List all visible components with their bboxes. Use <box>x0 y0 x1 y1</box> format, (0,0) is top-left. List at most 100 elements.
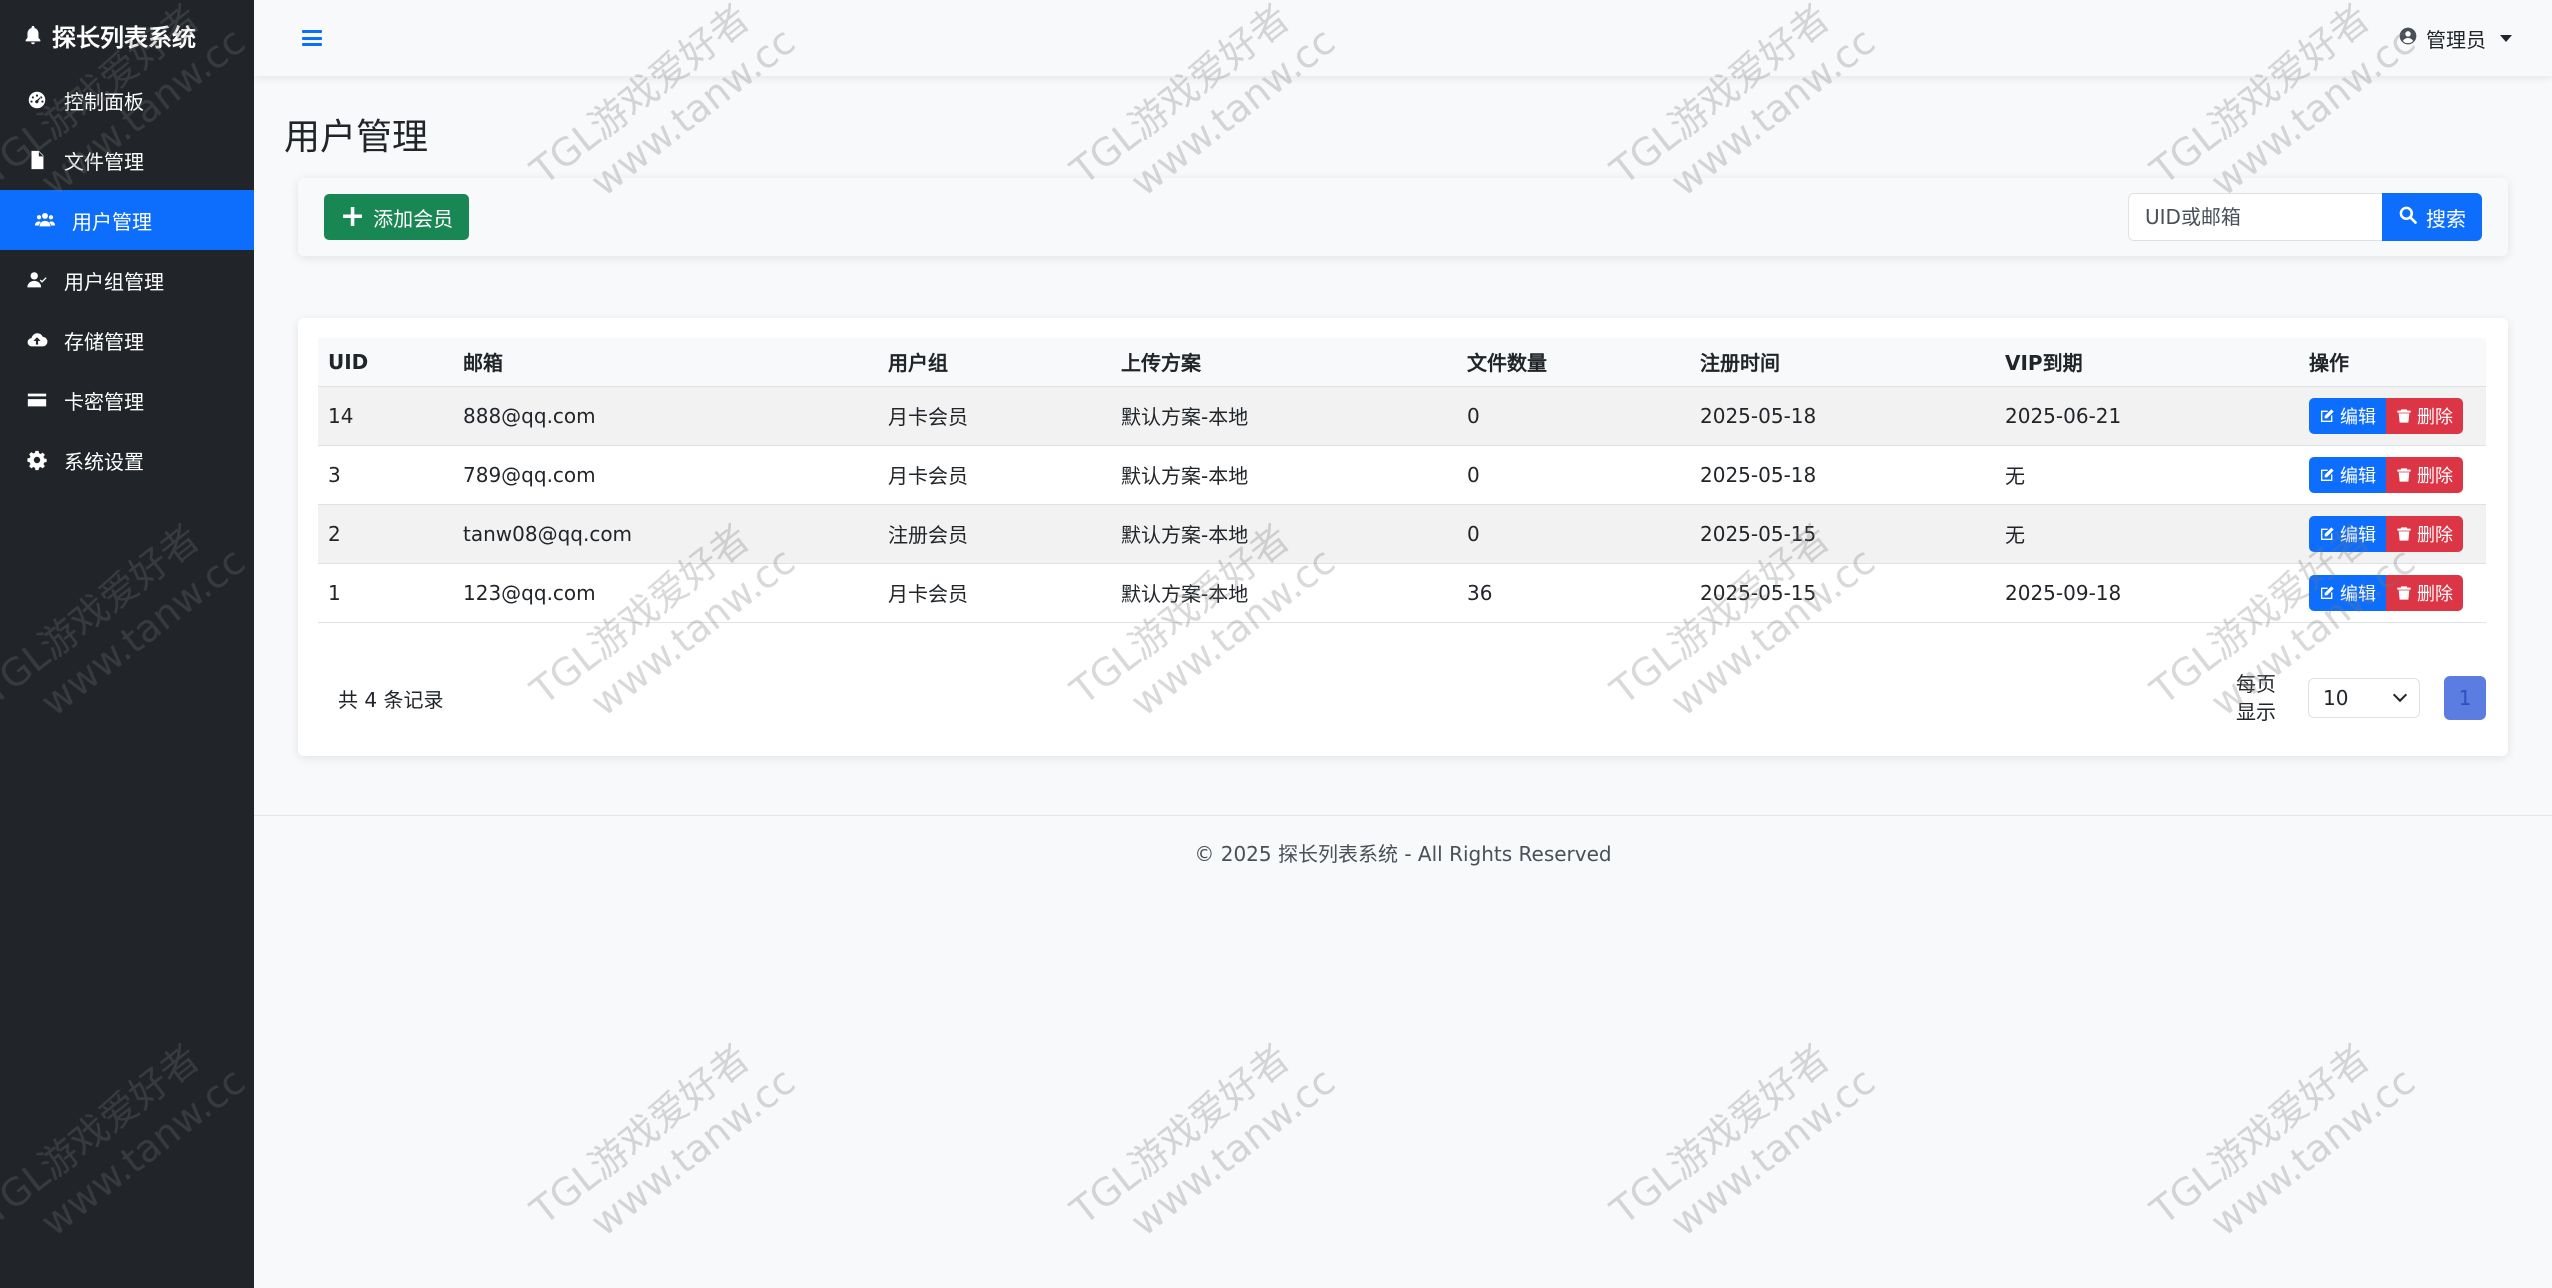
cell-registered: 2025-05-15 <box>1690 504 1995 564</box>
search-input[interactable] <box>2128 193 2382 241</box>
footer-divider <box>254 815 2552 816</box>
cell-files: 0 <box>1457 445 1690 505</box>
table-row: 1 123@qq.com 月卡会员 默认方案-本地 36 2025-05-15 … <box>318 563 2486 623</box>
watermark: TGL游戏爱好者 www.tanw.cc <box>522 1036 803 1245</box>
cell-email: tanw08@qq.com <box>453 504 878 564</box>
cell-registered: 2025-05-15 <box>1690 563 1995 623</box>
edit-button[interactable]: 编辑 <box>2309 574 2386 611</box>
gear-icon <box>26 449 48 471</box>
plus-icon: + <box>340 199 366 234</box>
cell-uid: 2 <box>318 504 453 564</box>
sidebar-item-users[interactable]: 用户管理 <box>0 190 254 250</box>
cell-plan: 默认方案-本地 <box>1111 386 1457 446</box>
cell-email: 888@qq.com <box>453 386 878 446</box>
delete-label: 删除 <box>2417 583 2453 605</box>
file-icon <box>26 149 48 171</box>
delete-label: 删除 <box>2417 465 2453 487</box>
search-button[interactable]: 搜索 <box>2382 193 2482 241</box>
admin-label: 管理员 <box>2426 27 2486 52</box>
caret-down-icon <box>2500 34 2512 42</box>
column-header: 注册时间 <box>1690 338 1995 387</box>
cell-actions: 编辑 删除 <box>2299 563 2486 623</box>
per-page-label: 每页显示 <box>2236 672 2276 724</box>
sidebar-item-files[interactable]: 文件管理 <box>0 130 254 190</box>
cell-group: 月卡会员 <box>878 445 1111 505</box>
sidebar-item-cards[interactable]: 卡密管理 <box>0 370 254 430</box>
cell-group: 注册会员 <box>878 504 1111 564</box>
watermark: TGL游戏爱好者 www.tanw.cc <box>1602 1036 1883 1245</box>
page-footer: © 2025 探长列表系统 - All Rights Reserved <box>1194 842 1612 866</box>
table-row: 14 888@qq.com 月卡会员 默认方案-本地 0 2025-05-18 … <box>318 386 2486 446</box>
sidebar-item-label: 用户组管理 <box>64 269 164 294</box>
cell-vip: 无 <box>1995 504 2299 564</box>
chevron-down-icon <box>2392 687 2408 703</box>
delete-button[interactable]: 删除 <box>2386 574 2463 611</box>
cell-uid: 3 <box>318 445 453 505</box>
column-header: 文件数量 <box>1457 338 1690 387</box>
column-header: 操作 <box>2299 338 2486 387</box>
cell-plan: 默认方案-本地 <box>1111 445 1457 505</box>
search-label: 搜索 <box>2426 206 2466 231</box>
edit-button[interactable]: 编辑 <box>2309 397 2386 434</box>
delete-button[interactable]: 删除 <box>2386 397 2463 434</box>
trash-icon <box>2397 526 2411 541</box>
hamburger-icon[interactable] <box>302 30 322 46</box>
cell-group: 月卡会员 <box>878 563 1111 623</box>
cell-vip: 无 <box>1995 445 2299 505</box>
dashboard-icon <box>26 89 48 111</box>
watermark: TGL游戏爱好者 www.tanw.cc <box>2142 1036 2423 1245</box>
delete-button[interactable]: 删除 <box>2386 456 2463 493</box>
users-table-card: UID 邮箱 用户组 上传方案 文件数量 注册时间 VIP到期 操作 14 88… <box>298 318 2508 756</box>
sidebar-item-label: 文件管理 <box>64 149 144 174</box>
sidebar-item-label: 存储管理 <box>64 329 144 354</box>
bell-icon <box>22 24 44 46</box>
cell-actions: 编辑 删除 <box>2299 386 2486 446</box>
column-header: VIP到期 <box>1995 338 2299 387</box>
sidebar-item-label: 系统设置 <box>64 449 144 474</box>
trash-icon <box>2397 408 2411 423</box>
edit-button[interactable]: 编辑 <box>2309 456 2386 493</box>
edit-label: 编辑 <box>2340 524 2376 546</box>
watermark: TGL游戏爱好者 www.tanw.cc <box>1062 1036 1343 1245</box>
cell-files: 36 <box>1457 563 1690 623</box>
sidebar-item-settings[interactable]: 系统设置 <box>0 430 254 490</box>
edit-label: 编辑 <box>2340 583 2376 605</box>
search-icon <box>2398 205 2418 230</box>
add-member-button[interactable]: + 添加会员 <box>324 194 470 240</box>
sidebar-item-dashboard[interactable]: 控制面板 <box>0 70 254 130</box>
search-group: 搜索 <box>2128 193 2482 241</box>
cell-plan: 默认方案-本地 <box>1111 563 1457 623</box>
sidebar-item-user-groups[interactable]: 用户组管理 <box>0 250 254 310</box>
card-icon <box>26 389 48 411</box>
delete-button[interactable]: 删除 <box>2386 515 2463 552</box>
users-icon <box>34 209 56 231</box>
cell-vip: 2025-09-18 <box>1995 563 2299 623</box>
sidebar-item-storage[interactable]: 存储管理 <box>0 310 254 370</box>
column-header: 邮箱 <box>453 338 878 387</box>
pagination: 每页显示 10 1 <box>2236 670 2486 726</box>
edit-label: 编辑 <box>2340 465 2376 487</box>
edit-icon <box>2321 585 2334 599</box>
admin-menu[interactable]: 管理员 <box>2398 24 2512 53</box>
table-footer: 共 4 条记录 每页显示 10 1 <box>298 668 2508 728</box>
edit-button[interactable]: 编辑 <box>2309 515 2386 552</box>
cell-registered: 2025-05-18 <box>1690 386 1995 446</box>
per-page-select[interactable]: 10 <box>2308 678 2420 718</box>
page-button-current[interactable]: 1 <box>2444 676 2486 720</box>
trash-icon <box>2397 585 2411 600</box>
cell-uid: 1 <box>318 563 453 623</box>
cell-email: 123@qq.com <box>453 563 878 623</box>
brand-title: 探长列表系统 <box>52 23 196 52</box>
table-row: 2 tanw08@qq.com 注册会员 默认方案-本地 0 2025-05-1… <box>318 504 2486 564</box>
delete-label: 删除 <box>2417 406 2453 428</box>
toolbar: + 添加会员 搜索 <box>298 178 2508 256</box>
edit-icon <box>2321 526 2334 540</box>
sidebar-item-label: 卡密管理 <box>64 389 144 414</box>
brand[interactable]: 探长列表系统 <box>0 0 254 70</box>
column-header: UID <box>318 338 453 387</box>
total-records: 共 4 条记录 <box>338 687 444 712</box>
table-row: 3 789@qq.com 月卡会员 默认方案-本地 0 2025-05-18 无… <box>318 445 2486 505</box>
cloud-upload-icon <box>26 329 48 351</box>
user-group-icon <box>26 269 48 291</box>
sidebar: 探长列表系统 控制面板 文件管理 用户管理 用户组管理 存储管理 卡密管理 系统… <box>0 0 254 1288</box>
